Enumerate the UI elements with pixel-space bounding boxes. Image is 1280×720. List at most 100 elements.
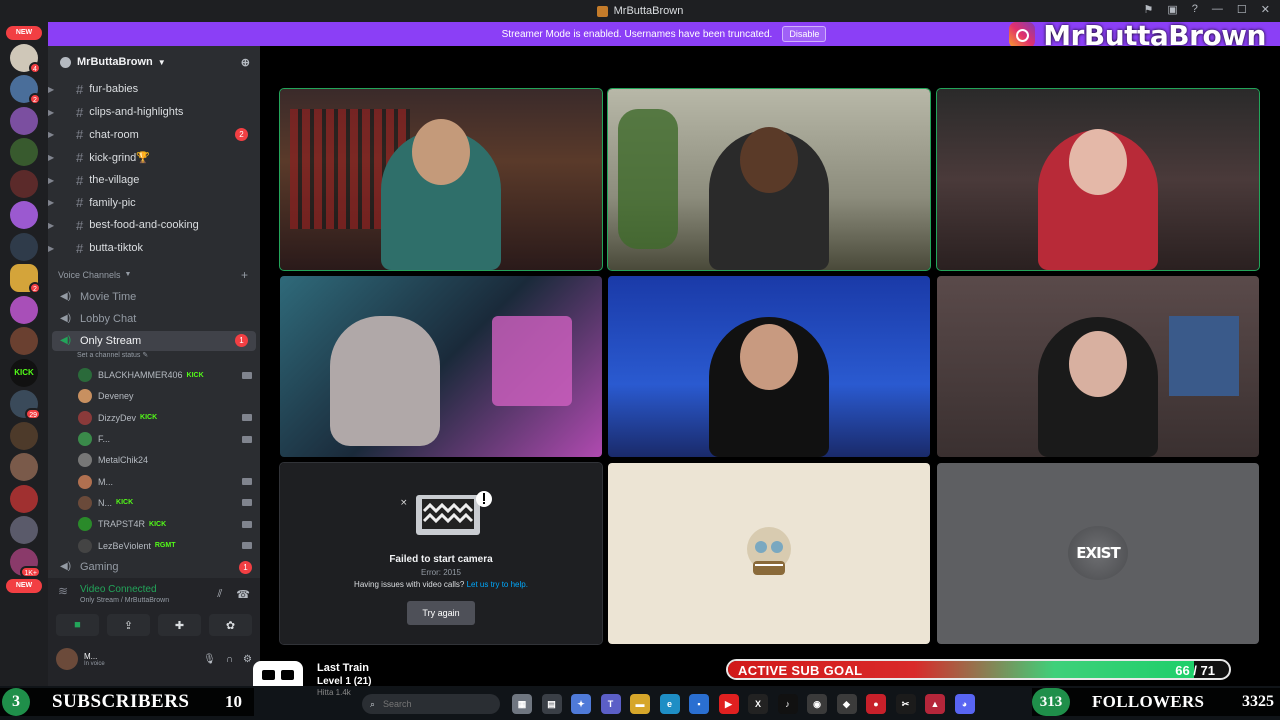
inbox-icon[interactable]: ⚑ [1144, 3, 1154, 16]
minimize-button[interactable]: — [1212, 3, 1223, 16]
camera-button[interactable]: ■ [56, 614, 99, 636]
discord-icon[interactable]: ◕ [954, 694, 975, 714]
capcut-icon[interactable]: ✂ [895, 694, 916, 714]
close-button[interactable]: ✕ [1261, 3, 1270, 16]
server-icon[interactable] [10, 484, 38, 513]
voice-channel-gaming[interactable]: ◀) Gaming 1 [48, 556, 260, 579]
maximize-button[interactable]: ☐ [1237, 3, 1247, 16]
help-icon[interactable]: ? [1192, 3, 1198, 16]
voice-channel-movie[interactable]: ◀) Movie Time [48, 286, 260, 309]
voice-member[interactable]: Deveney [48, 386, 260, 407]
youtube-icon[interactable]: ▶ [718, 694, 739, 714]
x-icon[interactable]: X [748, 694, 768, 714]
voice-channel-lobby[interactable]: ◀) Lobby Chat [48, 308, 260, 331]
invite-icon[interactable]: ⊕ [241, 56, 250, 69]
help-link[interactable]: Let us try to help. [467, 580, 528, 589]
channel-status-input[interactable]: Set a channel status ✎ [48, 351, 260, 361]
headphones-icon[interactable]: ∩ [226, 654, 233, 665]
video-tile[interactable] [607, 88, 931, 271]
voice-member[interactable]: MetalChik24 [48, 450, 260, 471]
text-channel[interactable]: ▶ # fur-babies [48, 78, 260, 101]
avatar[interactable] [56, 648, 78, 670]
taskbar-search[interactable]: ⌕ [362, 694, 500, 714]
screen-icon[interactable]: ▣ [1167, 3, 1177, 16]
video-tile-avatar[interactable]: EXIST [937, 463, 1259, 644]
voice-member[interactable]: N... KICK [48, 492, 260, 513]
soundboard-button[interactable]: ✿ [209, 614, 252, 636]
server-icon[interactable] [10, 106, 38, 135]
copilot-icon[interactable]: ✦ [571, 694, 591, 714]
member-tag: KICK [116, 499, 134, 507]
microphone-icon[interactable]: 🎙︎ [203, 654, 216, 665]
voice-member[interactable]: F... [48, 428, 260, 449]
activities-button[interactable]: ✚ [158, 614, 201, 636]
server-icon[interactable] [10, 516, 38, 544]
streamlabs-icon[interactable]: ◆ [836, 694, 857, 714]
gear-icon[interactable]: ⚙ [243, 654, 252, 665]
app-red-icon[interactable]: ▲ [925, 694, 945, 714]
voice-member[interactable]: BLACKHAMMER406 KICK [48, 365, 260, 386]
user-name: M... [84, 651, 98, 661]
server-icon[interactable] [10, 169, 38, 198]
server-icon[interactable] [10, 421, 38, 450]
text-channel[interactable]: ▶ # kick-grind🏆 [48, 146, 260, 169]
member-tag: RGMT [154, 542, 176, 550]
add-channel-icon[interactable]: + [241, 268, 248, 282]
text-channel[interactable]: ▶ # the-village [48, 169, 260, 192]
member-tag: KICK [149, 520, 167, 528]
voice-channel-only-stream[interactable]: ◀) Only Stream 1 [52, 330, 256, 351]
server-icon[interactable]: 1K+ [10, 547, 41, 578]
followers-left-count: 313 [1032, 688, 1070, 716]
server-icon[interactable] [10, 201, 38, 229]
video-tile[interactable] [937, 276, 1259, 457]
task-view-icon[interactable]: ▤ [541, 694, 562, 714]
noise-suppression-icon[interactable]: ⫽ [217, 588, 222, 601]
text-channel[interactable]: ▶ # butta-tiktok [48, 237, 260, 260]
member-name: Deveney [98, 391, 134, 402]
voice-member[interactable]: M... [48, 471, 260, 492]
video-tile[interactable] [279, 88, 603, 271]
search-input[interactable] [383, 699, 474, 709]
share-screen-button[interactable]: ⇪ [107, 614, 150, 636]
server-icon[interactable]: 2 [10, 75, 41, 105]
try-again-button[interactable]: Try again [407, 601, 475, 625]
file-explorer-icon[interactable]: ▬ [630, 694, 650, 714]
text-channel[interactable]: ▶ # clips-and-highlights [48, 101, 260, 124]
server-icon[interactable] [10, 295, 38, 324]
voice-member[interactable]: TRAPST4R KICK [48, 514, 260, 535]
obs-icon[interactable]: ◉ [807, 694, 827, 714]
server-icon[interactable]: 2 [10, 264, 41, 294]
video-tile[interactable] [936, 88, 1260, 271]
guild-header[interactable]: MrButtaBrown ▼ ⊕ [48, 46, 260, 78]
voice-status-text[interactable]: Video Connected [80, 584, 169, 595]
voice-member[interactable]: DizzyDev KICK [48, 407, 260, 428]
server-icon[interactable]: 4 [10, 43, 41, 74]
edge-icon[interactable]: e [659, 694, 680, 714]
gallery-icon[interactable]: ▦ [512, 694, 532, 714]
server-icon[interactable] [10, 232, 38, 261]
tiktok-icon[interactable]: ♪ [777, 694, 798, 714]
text-channel[interactable]: ▶ # chat-room 2 [48, 123, 260, 146]
video-tile[interactable] [608, 276, 930, 457]
chevron-right-icon: ▶ [48, 84, 55, 94]
record-icon[interactable]: ● [866, 694, 886, 714]
signal-icon[interactable]: ≋ [58, 584, 72, 598]
voice-member[interactable]: LezBeViolent RGMT [48, 535, 260, 556]
disable-button[interactable]: Disable [782, 26, 827, 42]
server-icon[interactable] [10, 453, 38, 481]
server-icon[interactable] [10, 138, 38, 166]
video-tile[interactable] [280, 276, 602, 457]
disconnect-icon[interactable]: ☎ [236, 588, 250, 601]
video-tile-avatar[interactable] [608, 463, 930, 644]
server-icon[interactable]: 29 [10, 390, 41, 420]
text-channel[interactable]: ▶ # family-pic [48, 191, 260, 214]
store-icon[interactable]: ▪ [689, 694, 709, 714]
voice-category[interactable]: Voice Channels ▼ + [48, 264, 260, 286]
teams-icon[interactable]: T [600, 694, 621, 714]
app-icon [596, 5, 608, 17]
text-channel[interactable]: ▶ # best-food-and-cooking [48, 214, 260, 237]
server-icon[interactable] [10, 327, 38, 355]
camera-icon [242, 371, 252, 379]
kick-server-icon[interactable]: KICK [10, 358, 38, 387]
exist-logo: EXIST [1068, 526, 1128, 580]
